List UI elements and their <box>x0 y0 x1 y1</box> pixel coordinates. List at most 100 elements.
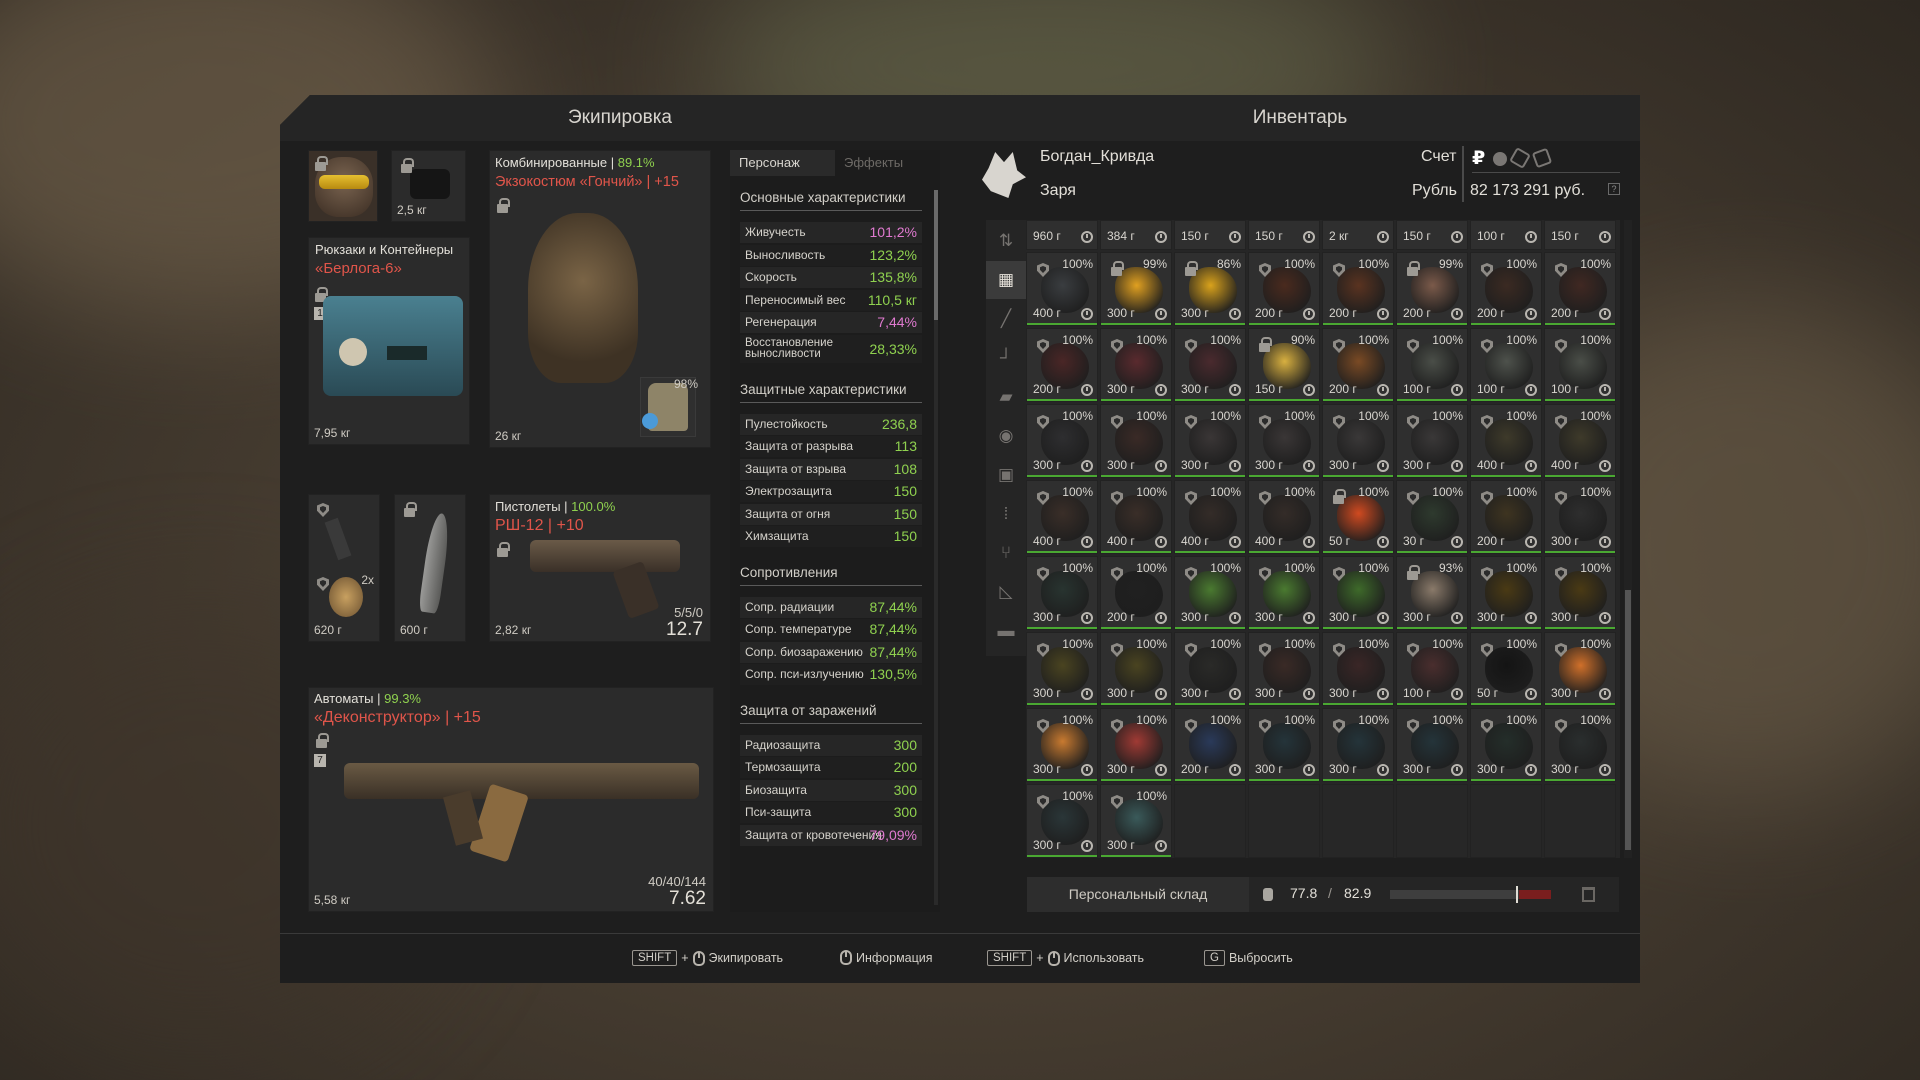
inventory-item[interactable]: 960 г <box>1026 220 1098 250</box>
stats-scrollbar[interactable] <box>934 190 938 905</box>
inventory-item[interactable]: 100% 200 г <box>1026 328 1098 402</box>
inventory-item[interactable]: 100% 300 г <box>1322 404 1394 478</box>
inventory-item[interactable]: 100% 300 г <box>1100 328 1172 402</box>
device-slot[interactable]: 2,5 кг <box>391 150 466 222</box>
device-icon[interactable]: ▣ <box>986 456 1026 494</box>
inventory-item[interactable]: 100% 300 г <box>1100 784 1172 858</box>
inventory-item[interactable]: 90% 150 г <box>1248 328 1320 402</box>
grid-icon[interactable]: ▦ <box>986 261 1026 299</box>
empty-cell[interactable] <box>1470 784 1542 858</box>
inventory-item[interactable]: 100% 400 г <box>1544 404 1616 478</box>
ammo-icon[interactable]: ▰ <box>986 378 1026 416</box>
ruble-icon[interactable]: ₽ <box>1472 147 1485 170</box>
inventory-item[interactable]: 100% 50 г <box>1322 480 1394 554</box>
inventory-item[interactable]: 100% 200 г <box>1322 252 1394 326</box>
inventory-item[interactable]: 100% 300 г <box>1248 708 1320 782</box>
inventory-item[interactable]: 100% 400 г <box>1174 480 1246 554</box>
inventory-item[interactable]: 100% 100 г <box>1396 328 1468 402</box>
helmet-slot[interactable] <box>308 150 378 222</box>
backpack-slot[interactable]: Рюкзаки и Контейнеры «Берлога-6» 1 7,95 … <box>308 237 470 445</box>
tools-icon[interactable]: ⑂ <box>986 534 1026 572</box>
inventory-item[interactable]: 100% 200 г <box>1248 252 1320 326</box>
pistol-slot[interactable]: Пистолеты | 100.0% РШ-12 | +10 5/5/0 12.… <box>489 494 711 642</box>
inventory-item[interactable]: 100% 300 г <box>1026 708 1098 782</box>
tab-effects[interactable]: Эффекты <box>835 150 940 176</box>
inventory-item[interactable]: 100% 300 г <box>1026 632 1098 706</box>
inventory-item[interactable]: 100% 200 г <box>1174 708 1246 782</box>
tab-character[interactable]: Персонаж <box>730 150 835 176</box>
ruler-icon[interactable]: ◺ <box>986 573 1026 611</box>
inventory-item[interactable]: 100% 200 г <box>1322 328 1394 402</box>
inventory-item[interactable]: 100% 400 г <box>1026 480 1098 554</box>
inventory-item[interactable]: 100% 200 г <box>1100 556 1172 630</box>
inventory-item[interactable]: 100% 300 г <box>1322 708 1394 782</box>
inventory-item[interactable]: 100% 300 г <box>1174 632 1246 706</box>
inventory-item[interactable]: 100% 300 г <box>1100 404 1172 478</box>
empty-cell[interactable] <box>1248 784 1320 858</box>
inventory-item[interactable]: 100% 300 г <box>1396 404 1468 478</box>
inventory-item[interactable]: 100% 400 г <box>1026 252 1098 326</box>
artifact-icon[interactable]: ◉ <box>986 417 1026 455</box>
inventory-item[interactable]: 86% 300 г <box>1174 252 1246 326</box>
coin-icon[interactable] <box>1493 152 1507 166</box>
inventory-item[interactable]: 100% 200 г <box>1470 252 1542 326</box>
inventory-item[interactable]: 100% 300 г <box>1470 556 1542 630</box>
inventory-item[interactable]: 100% 300 г <box>1544 708 1616 782</box>
inventory-item[interactable]: 99% 300 г <box>1100 252 1172 326</box>
inventory-item[interactable]: 100% 300 г <box>1248 556 1320 630</box>
inventory-item[interactable]: 100% 300 г <box>1322 556 1394 630</box>
sort-icon[interactable]: ⇅ <box>986 222 1026 260</box>
inventory-item[interactable]: 100% 300 г <box>1100 708 1172 782</box>
inventory-item[interactable]: 100% 300 г <box>1322 632 1394 706</box>
inventory-item[interactable]: 100% 300 г <box>1544 632 1616 706</box>
inventory-item[interactable]: 100% 300 г <box>1544 556 1616 630</box>
inventory-item[interactable]: 384 г <box>1100 220 1172 250</box>
pistol-icon[interactable]: ┘ <box>986 339 1026 377</box>
empty-cell[interactable] <box>1322 784 1394 858</box>
inventory-item[interactable]: 100% 100 г <box>1470 328 1542 402</box>
melee-slot[interactable]: 600 г <box>394 494 466 642</box>
inventory-item[interactable]: 93% 300 г <box>1396 556 1468 630</box>
inventory-item[interactable]: 100% 300 г <box>1026 784 1098 858</box>
empty-cell[interactable] <box>1396 784 1468 858</box>
inventory-item[interactable]: 100% 200 г <box>1544 252 1616 326</box>
inventory-item[interactable]: 100% 300 г <box>1100 632 1172 706</box>
inventory-item[interactable]: 100% 30 г <box>1396 480 1468 554</box>
inventory-item[interactable]: 100% 100 г <box>1396 632 1468 706</box>
rifle-slot[interactable]: Автоматы | 99.3% «Деконструктор» | +15 7… <box>308 687 714 912</box>
inventory-item[interactable]: 100% 400 г <box>1470 404 1542 478</box>
inventory-item[interactable]: 100% 300 г <box>1026 404 1098 478</box>
inventory-item[interactable]: 100% 300 г <box>1174 404 1246 478</box>
help-icon[interactable]: ? <box>1608 183 1620 195</box>
inventory-item[interactable]: 100% 300 г <box>1174 556 1246 630</box>
inventory-scrollbar[interactable] <box>1624 220 1632 858</box>
inventory-item[interactable]: 100% 300 г <box>1544 480 1616 554</box>
inventory-item[interactable]: 100% 300 г <box>1026 556 1098 630</box>
inventory-item[interactable]: 100% 300 г <box>1470 708 1542 782</box>
empty-cell[interactable] <box>1544 784 1616 858</box>
inventory-item[interactable]: 150 г <box>1544 220 1616 250</box>
inventory-item[interactable]: 150 г <box>1174 220 1246 250</box>
bottles-icon[interactable]: ⁞ <box>986 495 1026 533</box>
inventory-item[interactable]: 100% 50 г <box>1470 632 1542 706</box>
inventory-item[interactable]: 100% 400 г <box>1248 480 1320 554</box>
personal-storage-button[interactable]: Персональный склад <box>1027 877 1249 912</box>
inventory-item[interactable]: 100% 300 г <box>1248 632 1320 706</box>
inventory-item[interactable]: 150 г <box>1248 220 1320 250</box>
inventory-item[interactable]: 99% 200 г <box>1396 252 1468 326</box>
armor-slot[interactable]: Комбинированные | 89.1% Экзокостюм «Гонч… <box>489 150 711 448</box>
box-icon[interactable]: ▬ <box>986 612 1026 650</box>
inventory-item[interactable]: 150 г <box>1396 220 1468 250</box>
inventory-item[interactable]: 2 кг <box>1322 220 1394 250</box>
rifle-icon[interactable]: ╱ <box>986 300 1026 338</box>
inventory-item[interactable]: 100% 300 г <box>1248 404 1320 478</box>
inventory-item[interactable]: 100% 400 г <box>1100 480 1172 554</box>
inventory-item[interactable]: 100% 300 г <box>1174 328 1246 402</box>
inventory-item[interactable]: 100% 200 г <box>1470 480 1542 554</box>
inventory-item[interactable]: 100% 100 г <box>1544 328 1616 402</box>
inventory-item[interactable]: 100 г <box>1470 220 1542 250</box>
trash-icon[interactable] <box>1582 887 1595 902</box>
inventory-item[interactable]: 100% 300 г <box>1396 708 1468 782</box>
empty-cell[interactable] <box>1174 784 1246 858</box>
grenade-slot[interactable]: 2x 620 г <box>308 494 380 642</box>
